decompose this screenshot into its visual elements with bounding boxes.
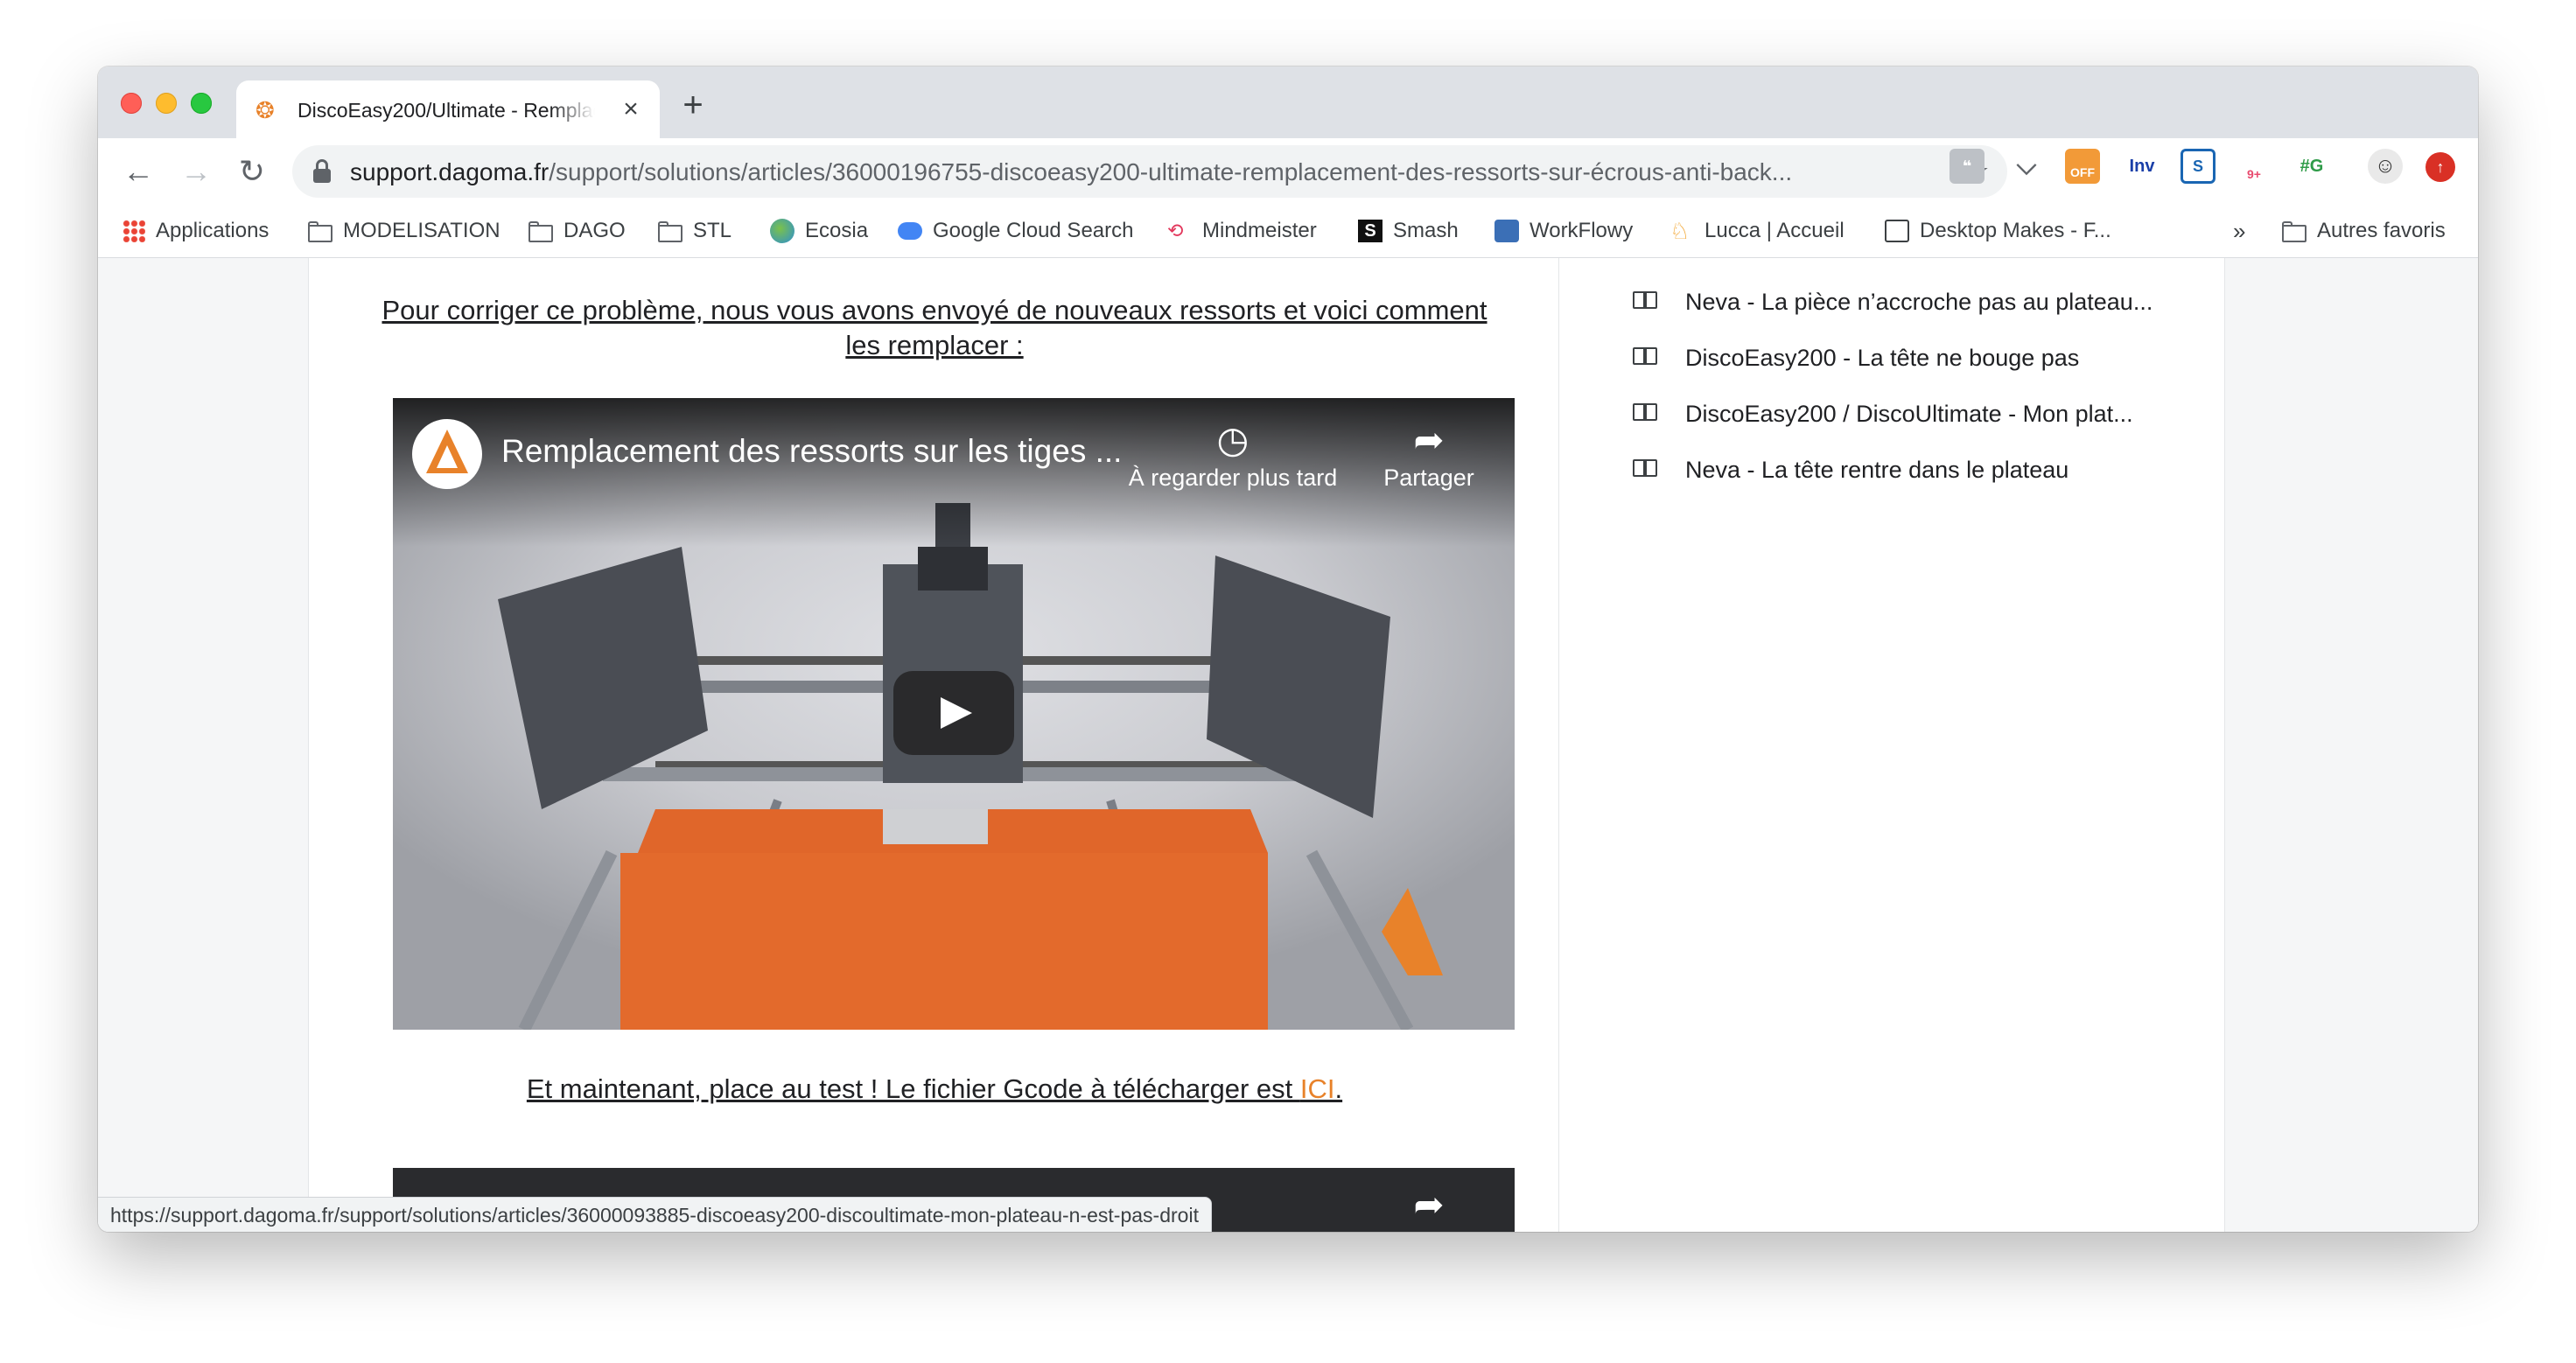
related-article-link[interactable]: DiscoEasy200 / DiscoUltimate - Mon plat.… bbox=[1633, 396, 2133, 431]
clock-icon: ◷ bbox=[1216, 419, 1250, 460]
gcode-download-link[interactable]: ICI bbox=[1300, 1073, 1335, 1104]
folder-icon bbox=[308, 220, 332, 242]
book-icon bbox=[1633, 291, 1659, 312]
window-close-button[interactable] bbox=[121, 93, 142, 114]
video-title[interactable]: Remplacement des ressorts sur les tiges … bbox=[501, 433, 1122, 470]
apps-grid-icon bbox=[122, 220, 145, 242]
profile-avatar[interactable]: ☺ bbox=[2368, 149, 2403, 184]
bookmark-dago[interactable]: DAGO bbox=[528, 215, 626, 247]
share-button[interactable]: ➦ Partager bbox=[1359, 416, 1499, 492]
bookmark-other-favorites[interactable]: Autres favoris bbox=[2282, 215, 2446, 247]
share-arrow-icon: ➦ bbox=[1413, 1184, 1445, 1225]
ecosia-icon bbox=[770, 219, 794, 243]
share-arrow-icon: ➦ bbox=[1413, 419, 1445, 460]
bookmark-applications[interactable]: Applications bbox=[122, 215, 269, 247]
folder-icon bbox=[528, 220, 553, 242]
related-articles-sidebar: Neva - La pièce n’accroche pas au platea… bbox=[1559, 258, 2225, 1232]
folder-icon bbox=[2282, 220, 2306, 242]
browser-window: ❂ DiscoEasy200/Ultimate - Remplacement d… bbox=[98, 66, 2478, 1232]
bookmark-smash[interactable]: S Smash bbox=[1358, 215, 1459, 247]
window-maximize-button[interactable] bbox=[191, 93, 212, 114]
url-text[interactable]: support.dagoma.fr/support/solutions/arti… bbox=[350, 157, 1908, 187]
pocket-icon[interactable]: ⌵ bbox=[2009, 149, 2044, 184]
bookmark-modelisation[interactable]: MODELISATION bbox=[308, 215, 500, 247]
address-bar[interactable]: support.dagoma.fr/support/solutions/arti… bbox=[292, 145, 2007, 198]
hashtag-g-icon[interactable]: #G bbox=[2294, 149, 2329, 184]
video-player[interactable]: Remplacement des ressorts sur les tiges … bbox=[393, 398, 1515, 1030]
bookmark-mindmeister[interactable]: ⟲ Mindmeister bbox=[1167, 215, 1317, 247]
dagoma-channel-logo[interactable] bbox=[412, 419, 482, 489]
page-viewport: Pour corriger ce problème, nous vous avo… bbox=[98, 258, 2478, 1232]
watch-later-button[interactable]: ◷ À regarder plus tard bbox=[1119, 416, 1347, 492]
mindmeister-icon: ⟲ bbox=[1167, 220, 1184, 241]
tab-close-icon[interactable]: × bbox=[618, 96, 644, 122]
new-tab-button[interactable]: + bbox=[676, 87, 710, 122]
notification-9plus-icon[interactable]: 9+ bbox=[2236, 149, 2272, 184]
cloud-search-icon bbox=[898, 222, 922, 240]
smash-icon: S bbox=[1358, 220, 1382, 242]
bookmark-desktop-makes[interactable]: Desktop Makes - F... bbox=[1885, 215, 2111, 247]
share-button-2[interactable]: ➦ bbox=[1359, 1180, 1499, 1229]
tab-title: DiscoEasy200/Ultimate - Remplacement des… bbox=[298, 99, 595, 122]
workflowy-icon bbox=[1494, 220, 1519, 242]
bookmark-stl[interactable]: STL bbox=[658, 215, 732, 247]
book-icon bbox=[1633, 403, 1659, 424]
bookmark-lucca[interactable]: ♘ Lucca | Accueil bbox=[1670, 215, 1844, 247]
bookmark-workflowy[interactable]: WorkFlowy bbox=[1494, 215, 1633, 247]
book-icon bbox=[1633, 459, 1659, 480]
folder-icon bbox=[658, 220, 682, 242]
bookmarks-bar: Applications MODELISATION DAGO STL Ecosi… bbox=[98, 206, 2478, 258]
speech-icon[interactable]: ❝ bbox=[1950, 149, 1984, 184]
desktop-makes-icon bbox=[1885, 220, 1909, 242]
fix-instructions-text: Pour corriger ce problème, nous vous avo… bbox=[382, 295, 1488, 360]
lock-icon[interactable] bbox=[313, 159, 331, 184]
tab-active[interactable]: ❂ DiscoEasy200/Ultimate - Remplacement d… bbox=[236, 80, 660, 138]
s-icon[interactable]: S bbox=[2180, 149, 2216, 184]
bookmark-google-cloud-search[interactable]: Google Cloud Search bbox=[898, 215, 1133, 247]
back-button[interactable]: ← bbox=[119, 152, 158, 191]
status-bar-url: https://support.dagoma.fr/support/soluti… bbox=[98, 1197, 1212, 1232]
related-article-link[interactable]: DiscoEasy200 - La tête ne bouge pas bbox=[1633, 340, 2079, 375]
forward-button[interactable]: → bbox=[177, 152, 215, 191]
tab-strip: ❂ DiscoEasy200/Ultimate - Remplacement d… bbox=[98, 66, 2478, 138]
update-icon[interactable]: ↑ bbox=[2426, 152, 2455, 182]
article-body: Pour corriger ce problème, nous vous avo… bbox=[308, 258, 1559, 1232]
related-article-link[interactable]: Neva - La tête rentre dans le plateau bbox=[1633, 452, 2068, 487]
window-minimize-button[interactable] bbox=[156, 93, 177, 114]
book-icon bbox=[1633, 347, 1659, 368]
play-button[interactable] bbox=[893, 671, 1014, 755]
bookmark-ecosia[interactable]: Ecosia bbox=[770, 215, 868, 247]
off-badge-icon[interactable]: OFF bbox=[2065, 149, 2100, 184]
gcode-download-text: Et maintenant, place au test ! Le fichie… bbox=[526, 1073, 1343, 1104]
dagoma-favicon-icon: ❂ bbox=[256, 97, 275, 123]
inv-icon[interactable]: Inv bbox=[2124, 149, 2160, 184]
lucca-icon: ♘ bbox=[1670, 218, 1690, 244]
related-article-link[interactable]: Neva - La pièce n’accroche pas au platea… bbox=[1633, 284, 2152, 319]
bookmarks-overflow-chevron-icon[interactable]: » bbox=[2233, 215, 2245, 247]
browser-toolbar: ← → ↻ support.dagoma.fr/support/solution… bbox=[98, 138, 2478, 206]
reload-button[interactable]: ↻ bbox=[233, 152, 271, 191]
